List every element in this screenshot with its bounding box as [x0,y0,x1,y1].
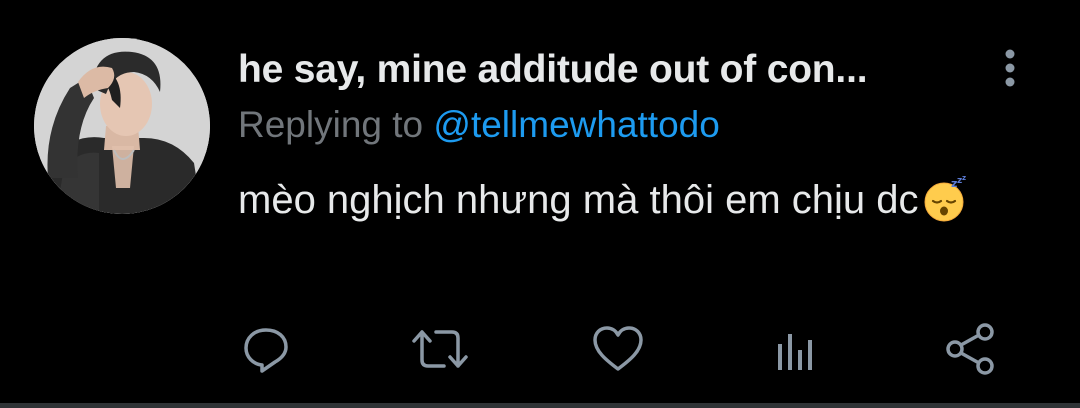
sleeping-face-icon: z z z [924,174,966,222]
reply-icon [244,328,288,373]
vertical-dots-icon [1005,49,1015,87]
retweet-button[interactable] [412,322,468,376]
more-options-button[interactable] [988,44,1032,92]
avatar-photo [34,38,210,214]
analytics-button[interactable] [766,322,822,376]
tweet-text: mèo nghịch nhưng mà thôi em chịu dc z z … [238,174,998,226]
bottom-divider [0,403,1080,408]
share-icon [946,323,994,375]
tweet-card[interactable]: he say, mine additude out of con... Repl… [0,0,1080,404]
reply-button[interactable] [238,322,294,376]
like-button[interactable] [590,322,646,376]
reply-handle-link[interactable]: @tellmewhattodo [433,104,719,145]
tweet-text-content: mèo nghịch nhưng mà thôi em chịu dc [238,178,919,222]
sleeping-face-emoji: z z z [921,174,969,223]
replying-to-line: Replying to @tellmewhattodo [238,102,720,148]
analytics-icon [778,334,812,370]
display-name[interactable]: he say, mine additude out of con... [238,46,978,94]
heart-icon [593,326,643,371]
avatar[interactable] [34,38,210,214]
svg-text:z: z [962,175,966,182]
share-button[interactable] [942,322,998,376]
replying-to-label: Replying to [238,104,434,145]
retweet-icon [412,330,468,368]
